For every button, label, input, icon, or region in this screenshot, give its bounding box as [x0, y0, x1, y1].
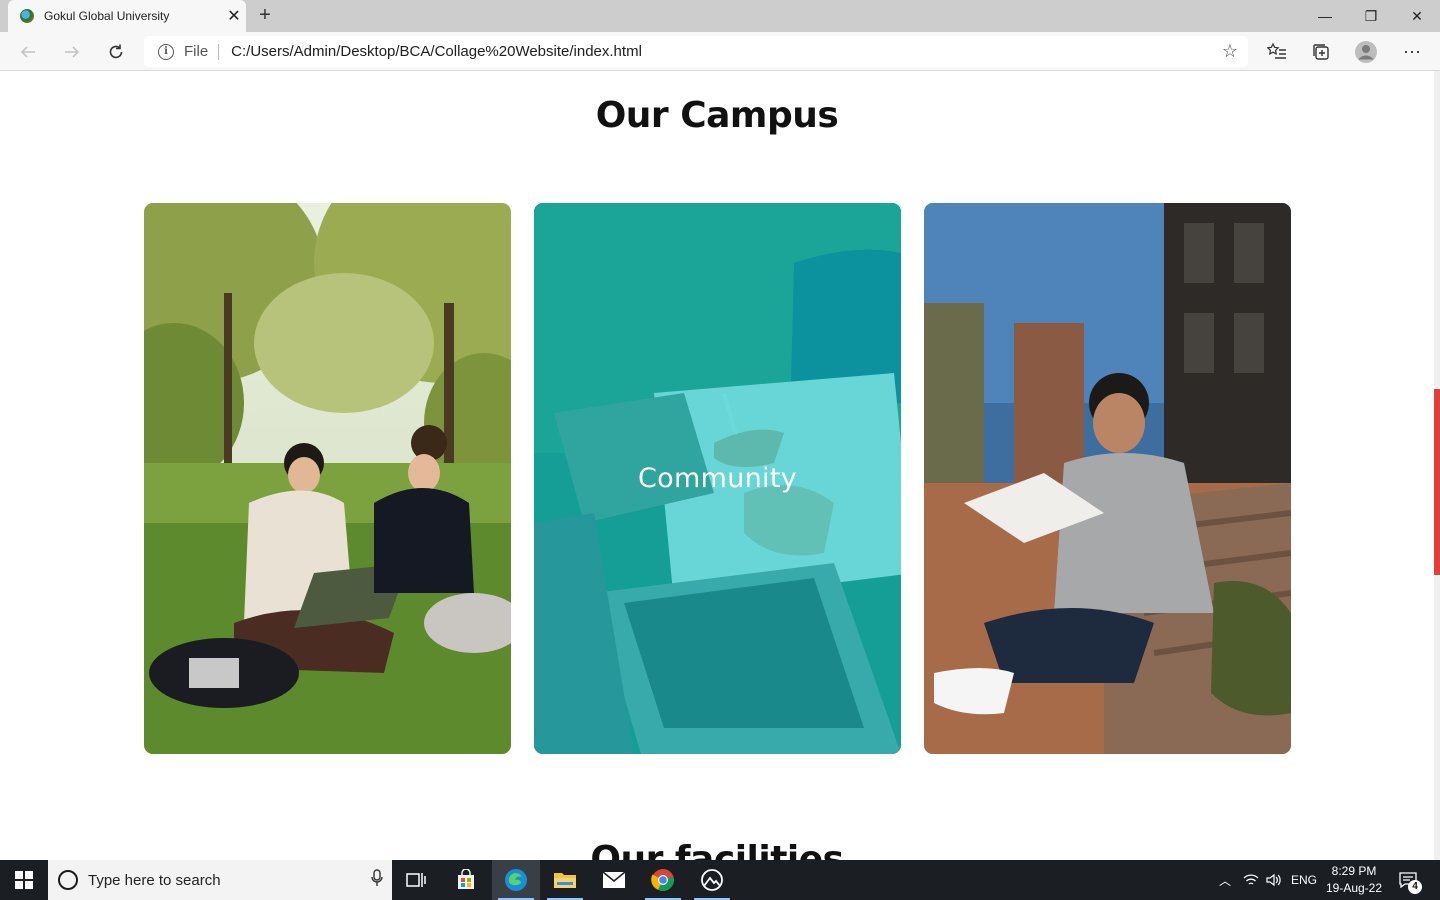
campus-card-3[interactable] — [924, 203, 1291, 754]
windows-taskbar: Type here to search ︿ ENG 8:29 PM 19-Aug… — [0, 860, 1440, 900]
campus-title: Our Campus — [595, 95, 839, 136]
mail-app-button[interactable] — [590, 860, 638, 900]
info-icon[interactable]: i — [158, 43, 174, 60]
file-explorer-button[interactable] — [541, 860, 589, 900]
taskbar-search-box[interactable]: Type here to search — [48, 860, 392, 900]
microphone-icon[interactable] — [362, 868, 392, 892]
overlay-label: Community — [638, 463, 797, 494]
notification-count-badge: 4 — [1408, 880, 1422, 894]
community-overlay: Community — [534, 203, 901, 754]
mail-icon — [602, 871, 626, 888]
page-viewport: Our Campus Community Our facilities — [0, 71, 1434, 860]
page-scrollbar[interactable] — [1434, 71, 1440, 860]
scheme-label: File — [184, 43, 220, 60]
campus-card-2[interactable]: Community — [534, 203, 901, 754]
tab-title: Gokul Global University — [44, 9, 170, 23]
edge-icon — [505, 869, 527, 891]
scrollbar-thumb[interactable] — [1434, 389, 1440, 575]
minimize-button[interactable]: — — [1302, 0, 1348, 32]
chrome-icon — [651, 869, 674, 891]
favorites-list-icon[interactable] — [1265, 40, 1289, 64]
photos-app-button[interactable] — [688, 860, 736, 900]
favorite-star-icon[interactable]: ☆ — [1212, 41, 1248, 62]
mountain-icon — [701, 869, 723, 891]
store-icon — [458, 869, 474, 889]
site-favicon-icon — [20, 9, 34, 23]
windows-logo-icon — [15, 871, 33, 889]
start-button[interactable] — [0, 860, 48, 900]
task-view-icon — [406, 873, 426, 887]
back-arrow-icon — [20, 46, 35, 58]
back-button[interactable] — [14, 39, 42, 65]
task-view-button[interactable] — [392, 860, 440, 900]
students-on-grass-image — [144, 203, 511, 754]
facilities-title: Our facilities — [590, 839, 844, 860]
more-menu-icon[interactable]: ⋯ — [1400, 40, 1424, 64]
close-window-button[interactable]: ✕ — [1394, 0, 1440, 32]
forward-button[interactable] — [58, 39, 86, 65]
tab-close-icon[interactable]: ✕ — [222, 6, 246, 26]
campus-card-1[interactable] — [144, 203, 511, 754]
search-placeholder: Type here to search — [88, 871, 221, 889]
clock-time: 8:29 PM — [1331, 864, 1377, 878]
edge-app-button[interactable] — [492, 860, 540, 900]
cortana-icon — [58, 870, 78, 890]
clock-date: 19-Aug-22 — [1325, 881, 1383, 895]
new-tab-button[interactable]: + — [254, 4, 276, 26]
collections-icon[interactable] — [1309, 40, 1333, 64]
maximize-button[interactable]: ❐ — [1348, 0, 1394, 32]
folder-icon — [554, 873, 576, 888]
chrome-app-button[interactable] — [639, 860, 687, 900]
refresh-icon — [109, 44, 123, 59]
volume-icon[interactable] — [1263, 860, 1285, 900]
tray-overflow-icon[interactable]: ︿ — [1214, 860, 1236, 900]
browser-toolbar: i File C:/Users/Admin/Desktop/BCA/Collag… — [0, 32, 1440, 71]
profile-avatar-icon[interactable] — [1354, 40, 1378, 64]
refresh-button[interactable] — [102, 39, 130, 65]
browser-titlebar: Gokul Global University ✕ + — ❐ ✕ — [0, 0, 1440, 32]
browser-tab[interactable]: Gokul Global University ✕ — [8, 0, 246, 32]
address-bar[interactable]: i File C:/Users/Admin/Desktop/BCA/Collag… — [144, 36, 1248, 67]
taskbar-clock[interactable]: 8:29 PM 19-Aug-22 — [1318, 863, 1390, 897]
forward-arrow-icon — [65, 46, 80, 58]
url-text[interactable]: C:/Users/Admin/Desktop/BCA/Collage%20Web… — [231, 43, 1212, 60]
network-icon[interactable] — [1240, 860, 1262, 900]
language-indicator[interactable]: ENG — [1288, 860, 1320, 900]
student-on-steps-image — [924, 203, 1291, 754]
store-app-button[interactable] — [442, 860, 490, 900]
